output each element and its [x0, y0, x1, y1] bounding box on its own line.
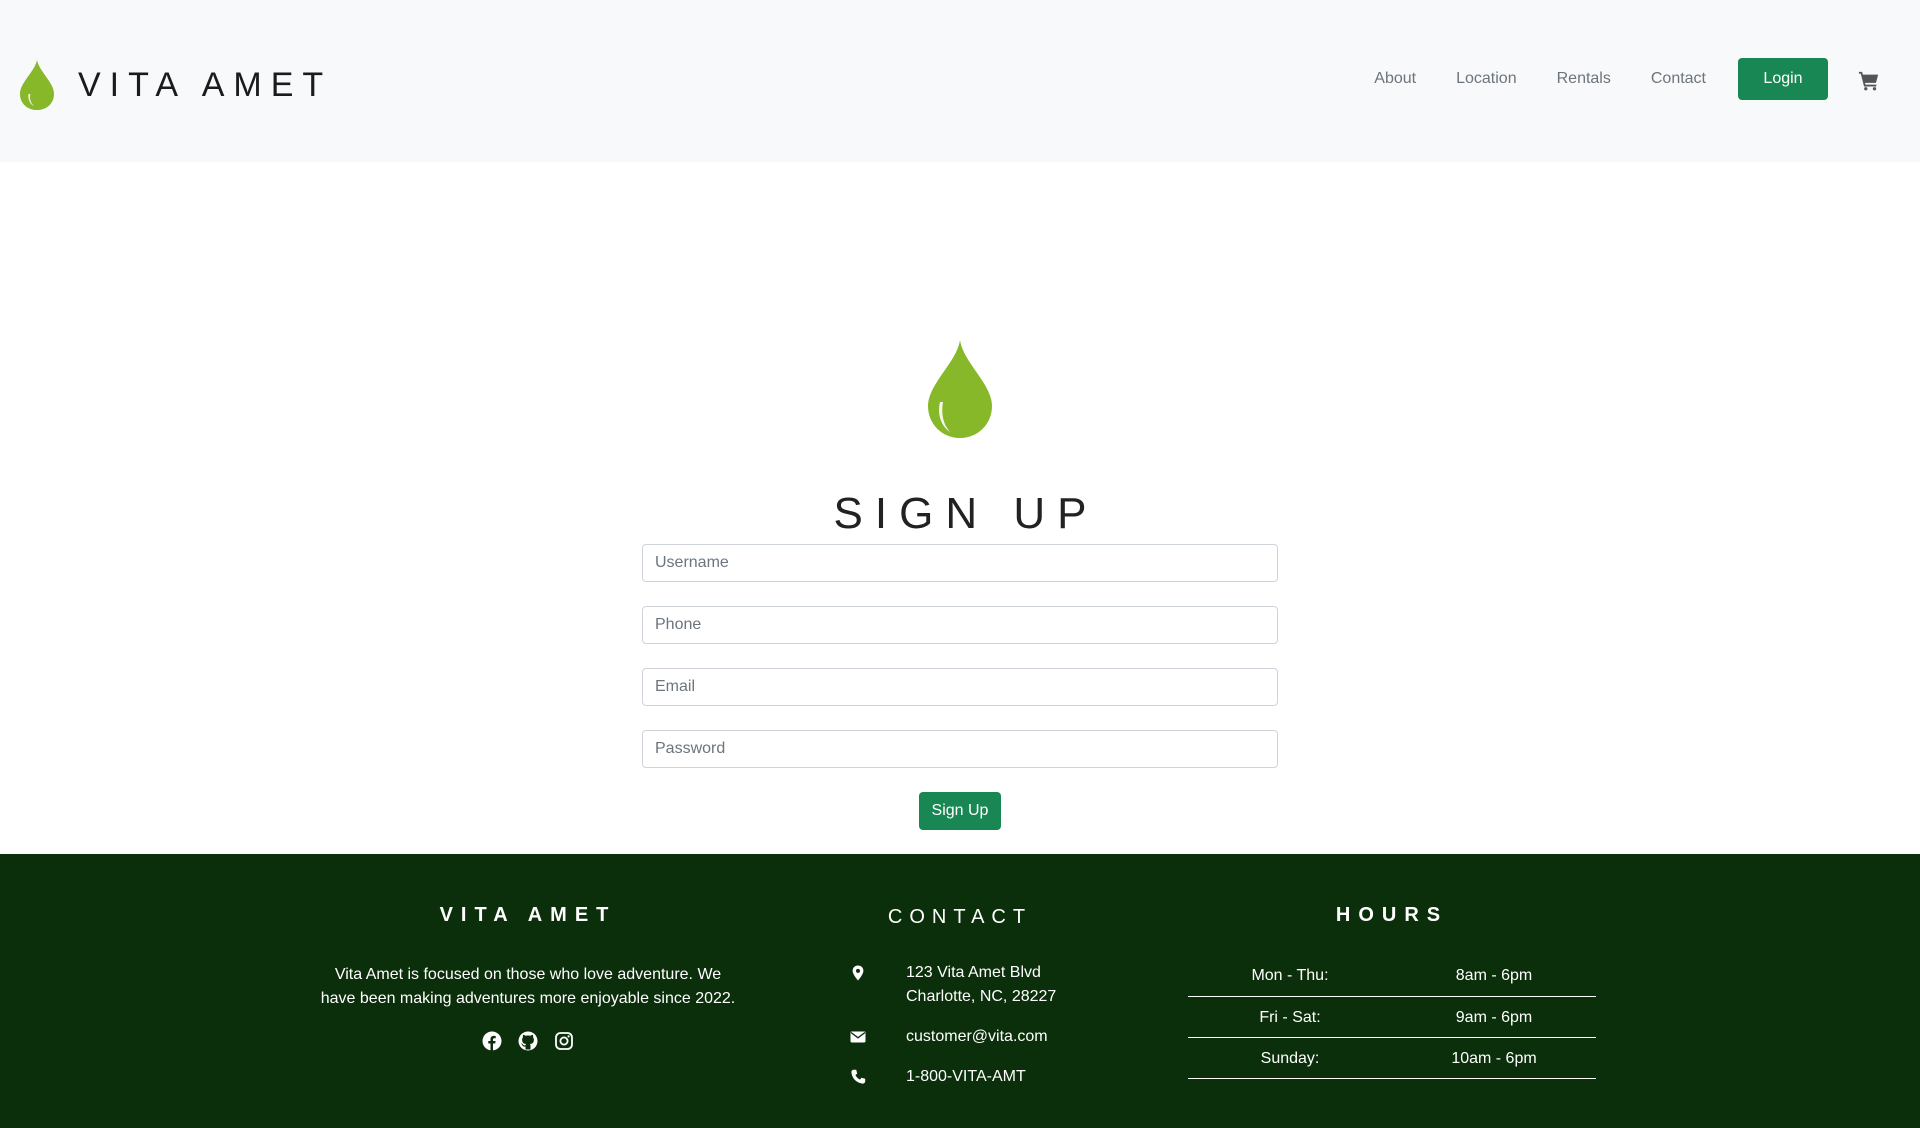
footer-about-text: Vita Amet is focused on those who love a… [320, 966, 736, 1007]
hours-table: Mon - Thu: 8am - 6pm Fri - Sat: 9am - 6p… [1188, 955, 1596, 1079]
nav-about-link[interactable]: About [1374, 70, 1416, 88]
page-title: SIGN UP [833, 489, 1099, 538]
footer-hours: HOURS Mon - Thu: 8am - 6pm Fri - Sat: 9a… [1188, 904, 1596, 1079]
water-drop-logo-icon [928, 340, 992, 438]
footer: VITA AMET Vita Amet is focused on those … [0, 854, 1920, 1128]
location-pin-icon [852, 965, 864, 981]
brand[interactable]: VITA AMET [18, 58, 332, 111]
envelope-icon [850, 1031, 866, 1043]
phone-input[interactable] [642, 606, 1278, 644]
footer-hours-heading: HOURS [1335, 904, 1449, 926]
footer-contact: CONTACT 123 Vita Amet Blvd Charlotte, NC… [850, 906, 1070, 1089]
hours-day: Fri - Sat: [1188, 996, 1392, 1038]
table-row: Sunday: 10am - 6pm [1188, 1037, 1596, 1079]
main-nav: About Location Rentals Contact Login [1374, 58, 1920, 100]
contact-phone: 1-800-VITA-AMT [850, 1065, 1070, 1089]
hours-day: Sunday: [1188, 1037, 1392, 1079]
sign-up-button[interactable]: Sign Up [919, 792, 1001, 830]
github-icon[interactable] [518, 1031, 538, 1051]
contact-email: customer@vita.com [850, 1025, 1070, 1049]
contact-email-text[interactable]: customer@vita.com [906, 1025, 1048, 1049]
nav-location-link[interactable]: Location [1456, 70, 1517, 88]
table-row: Fri - Sat: 9am - 6pm [1188, 996, 1596, 1038]
social-links [318, 1031, 738, 1051]
hours-time: 8am - 6pm [1392, 955, 1596, 997]
hours-time: 10am - 6pm [1392, 1037, 1596, 1079]
footer-brand-heading: VITA AMET [439, 904, 617, 926]
table-row: Mon - Thu: 8am - 6pm [1188, 955, 1596, 997]
nav-contact-link[interactable]: Contact [1651, 70, 1706, 88]
signup-form [642, 544, 1278, 792]
footer-contact-heading: CONTACT [887, 906, 1033, 928]
password-input[interactable] [642, 730, 1278, 768]
shopping-cart-icon[interactable] [1858, 70, 1880, 92]
phone-icon [851, 1069, 866, 1084]
footer-about: VITA AMET Vita Amet is focused on those … [318, 904, 738, 1051]
contact-address: 123 Vita Amet Blvd Charlotte, NC, 28227 [850, 961, 1070, 1009]
hours-time: 9am - 6pm [1392, 996, 1596, 1038]
contact-phone-text[interactable]: 1-800-VITA-AMT [906, 1065, 1026, 1089]
instagram-icon[interactable] [554, 1031, 574, 1051]
brand-name: VITA AMET [78, 65, 333, 104]
email-input[interactable] [642, 668, 1278, 706]
nav-rentals-link[interactable]: Rentals [1557, 70, 1611, 88]
login-button[interactable]: Login [1738, 58, 1828, 100]
hours-day: Mon - Thu: [1188, 955, 1392, 997]
water-drop-logo-icon [19, 59, 55, 111]
username-input[interactable] [642, 544, 1278, 582]
facebook-icon[interactable] [482, 1031, 502, 1051]
navbar: VITA AMET About Location Rentals Contact… [0, 0, 1920, 162]
address-line-1: 123 Vita Amet Blvd [906, 964, 1041, 981]
address-line-2: Charlotte, NC, 28227 [906, 988, 1057, 1005]
